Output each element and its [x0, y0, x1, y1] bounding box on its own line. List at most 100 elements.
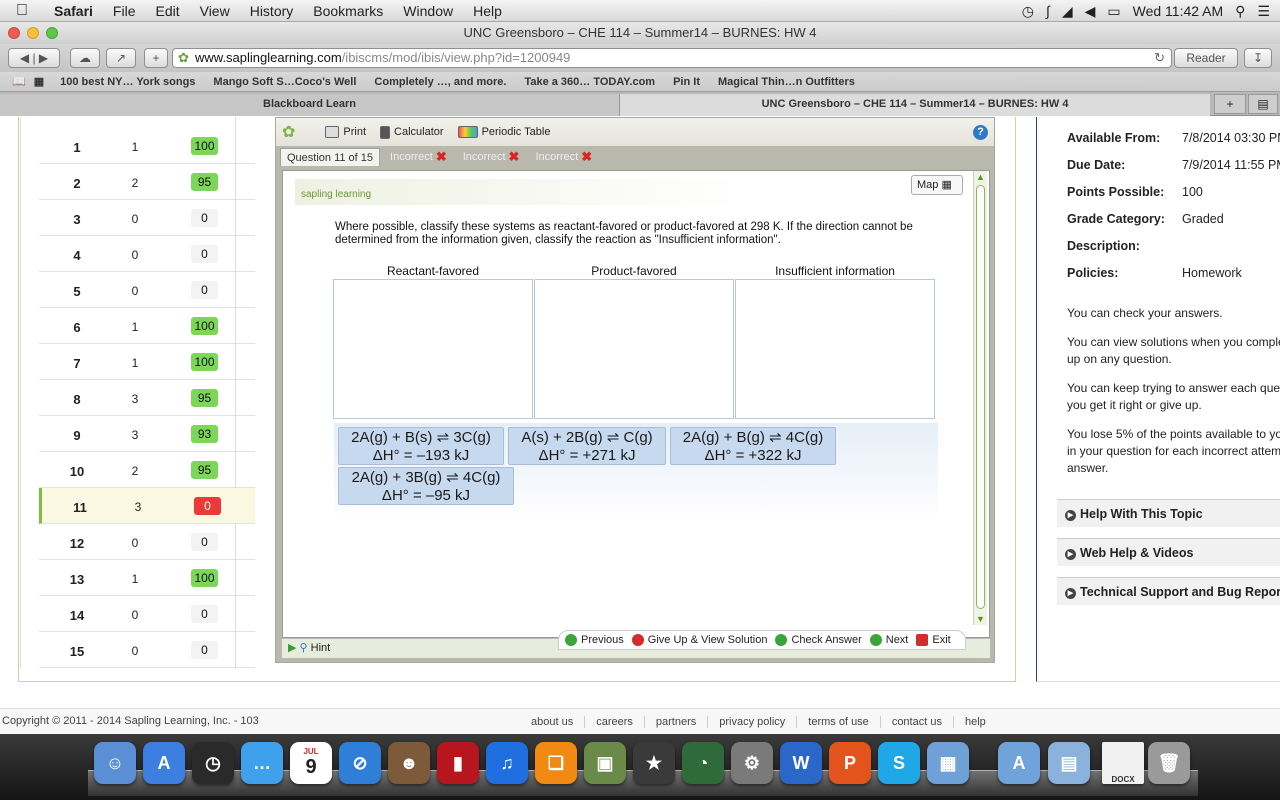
question-row[interactable]: 13 1 100: [39, 560, 255, 596]
tech-support-accordion[interactable]: ▶ Technical Support and Bug Reports: [1057, 577, 1280, 605]
safari-icon[interactable]: ⊘: [339, 742, 381, 784]
tab-attempt-3[interactable]: Incorrect ✖: [529, 148, 598, 166]
footer-link-partners[interactable]: partners: [643, 716, 707, 728]
give-up-button[interactable]: Give Up & View Solution: [631, 634, 767, 646]
docx-file-icon[interactable]: DOCX: [1102, 742, 1144, 784]
apple-menu-icon[interactable]: : [0, 2, 44, 20]
downloads-icon[interactable]: ↧: [1244, 48, 1272, 68]
bookmark-item[interactable]: Mango Soft S…Coco's Well: [213, 76, 356, 88]
reaction-chip[interactable]: 2A(g) + B(g) ⇌ 4C(g) ΔH° = +322 kJ: [670, 427, 836, 465]
scroll-down-icon[interactable]: ▼: [976, 614, 985, 624]
reader-button[interactable]: Reader: [1174, 48, 1238, 68]
trash-icon[interactable]: 🗑: [1148, 742, 1190, 784]
question-row[interactable]: 10 2 95: [39, 452, 255, 488]
bookmark-item[interactable]: Pin It: [673, 76, 700, 88]
print-button[interactable]: Print: [325, 126, 366, 138]
drop-zone-reactant-favored[interactable]: [333, 279, 533, 419]
question-row[interactable]: 5 0 0: [39, 272, 255, 308]
question-row[interactable]: 4 0 0: [39, 236, 255, 272]
reaction-chip[interactable]: 2A(g) + B(s) ⇌ 3C(g) ΔH° = –193 kJ: [338, 427, 504, 465]
scroll-thumb[interactable]: [976, 185, 985, 609]
menu-view[interactable]: View: [190, 3, 240, 19]
calendar-icon[interactable]: JUL 9: [290, 742, 332, 784]
bluetooth-icon[interactable]: ∫: [1046, 3, 1050, 19]
bookmark-item[interactable]: Magical Thin…n Outfitters: [718, 76, 855, 88]
scroll-up-icon[interactable]: ▲: [976, 172, 985, 182]
notification-center-icon[interactable]: ☰: [1257, 3, 1270, 20]
tab-sapling-hw[interactable]: UNC Greensboro – CHE 114 – Summer14 – BU…: [620, 94, 1210, 116]
powerpoint-icon[interactable]: P: [829, 742, 871, 784]
battery-icon[interactable]: ▭: [1107, 3, 1120, 20]
share-button[interactable]: ↗: [106, 48, 136, 68]
bookmark-item[interactable]: Completely …, and more.: [374, 76, 506, 88]
question-row[interactable]: 15 0 0: [39, 632, 255, 668]
messages-icon[interactable]: …: [241, 742, 283, 784]
new-tab-button[interactable]: +: [144, 48, 168, 68]
menu-app-safari[interactable]: Safari: [44, 3, 103, 19]
back-forward-buttons[interactable]: ◀ | ▶: [8, 48, 60, 68]
spotlight-icon[interactable]: ⚲: [1235, 3, 1245, 20]
footer-link-terms[interactable]: terms of use: [796, 716, 880, 728]
question-row[interactable]: 7 1 100: [39, 344, 255, 380]
exit-button[interactable]: Exit: [916, 634, 951, 646]
question-row[interactable]: 11 3 0: [39, 488, 255, 524]
bookmark-item[interactable]: Take a 360… TODAY.com: [524, 76, 655, 88]
menu-history[interactable]: History: [240, 3, 304, 19]
question-row[interactable]: 12 0 0: [39, 524, 255, 560]
tab-attempt-1[interactable]: Incorrect ✖: [384, 148, 453, 166]
menu-bookmarks[interactable]: Bookmarks: [303, 3, 393, 19]
next-button[interactable]: Next: [869, 634, 908, 646]
minimize-window-button[interactable]: [27, 27, 39, 39]
calculator-button[interactable]: Calculator: [380, 125, 444, 139]
periodic-table-button[interactable]: Periodic Table: [457, 126, 550, 138]
finder-icon[interactable]: ☺: [94, 742, 136, 784]
question-row[interactable]: 2 2 95: [39, 164, 255, 200]
drop-zone-product-favored[interactable]: [534, 279, 734, 419]
close-window-button[interactable]: [8, 27, 20, 39]
ibooks-icon[interactable]: ❑: [535, 742, 577, 784]
tab-overview-button[interactable]: ▤: [1248, 94, 1278, 114]
reload-icon[interactable]: ↻: [1154, 49, 1165, 67]
tab-current-question[interactable]: Question 11 of 15: [280, 148, 381, 166]
system-preferences-icon[interactable]: ⚙: [731, 742, 773, 784]
question-row[interactable]: 6 1 100: [39, 308, 255, 344]
iphoto-icon[interactable]: ▣: [584, 742, 626, 784]
previous-button[interactable]: Previous: [565, 634, 624, 646]
web-help-accordion[interactable]: ▶ Web Help & Videos: [1057, 538, 1280, 566]
clock[interactable]: Wed 11:42 AM: [1133, 3, 1224, 19]
footer-link-privacy[interactable]: privacy policy: [707, 716, 796, 728]
menu-edit[interactable]: Edit: [145, 3, 189, 19]
question-row[interactable]: 8 3 95: [39, 380, 255, 416]
app-store-icon[interactable]: A: [143, 742, 185, 784]
reaction-chip[interactable]: 2A(g) + 3B(g) ⇌ 4C(g) ΔH° = –95 kJ: [338, 467, 514, 505]
footer-link-about[interactable]: about us: [520, 716, 584, 728]
photobooth-strip-icon[interactable]: ▮: [437, 742, 479, 784]
help-icon[interactable]: ?: [973, 125, 988, 140]
add-tab-button[interactable]: +: [1214, 94, 1246, 114]
volume-icon[interactable]: ◀: [1085, 3, 1096, 20]
address-bar[interactable]: ✿ www.saplinglearning.com/ibiscms/mod/ib…: [172, 48, 1172, 68]
question-scrollbar[interactable]: ▲ ▼: [973, 171, 987, 625]
menu-help[interactable]: Help: [463, 3, 512, 19]
question-row[interactable]: 3 0 0: [39, 200, 255, 236]
map-button[interactable]: Map ▦: [911, 175, 963, 195]
menu-window[interactable]: Window: [393, 3, 463, 19]
time-machine-icon[interactable]: ◔: [682, 742, 724, 784]
preview-icon[interactable]: ▦: [927, 742, 969, 784]
applications-folder-icon[interactable]: A: [998, 742, 1040, 784]
skype-icon[interactable]: S: [878, 742, 920, 784]
question-row[interactable]: 1 1 100: [39, 128, 255, 164]
footer-link-contact[interactable]: contact us: [879, 716, 953, 728]
tab-attempt-2[interactable]: Incorrect ✖: [457, 148, 526, 166]
documents-folder-icon[interactable]: ▤: [1048, 742, 1090, 784]
top-sites-icon[interactable]: ▦: [34, 75, 44, 88]
bookmark-item[interactable]: 100 best NY… York songs: [60, 76, 195, 88]
word-icon[interactable]: W: [780, 742, 822, 784]
photo-booth-icon[interactable]: ☻: [388, 742, 430, 784]
question-row[interactable]: 9 3 93: [39, 416, 255, 452]
dashboard-icon[interactable]: ◷: [192, 742, 234, 784]
icloud-tabs-button[interactable]: ☁: [70, 48, 100, 68]
reaction-chip[interactable]: A(s) + 2B(g) ⇌ C(g) ΔH° = +271 kJ: [508, 427, 666, 465]
reading-list-icon[interactable]: 📖: [12, 75, 26, 88]
time-machine-status-icon[interactable]: ◷: [1022, 3, 1034, 20]
